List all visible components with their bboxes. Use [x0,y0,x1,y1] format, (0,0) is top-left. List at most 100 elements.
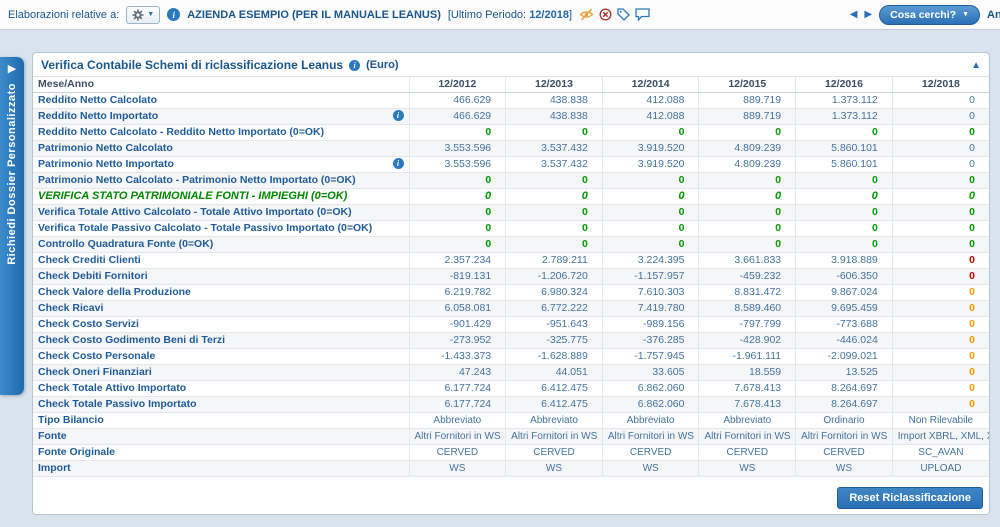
table-row: Tipo Bilancio Abbreviato Abbreviato Abbrevi… [33,412,989,429]
value-cell: 8.264.697 [795,380,893,397]
value-cell: 0 [601,236,700,253]
info-icon[interactable]: i [392,158,404,169]
value-cell: 2.357.234 [408,252,507,269]
value-cell: 0 [601,188,700,205]
value-cell: -1.206.720 [505,268,603,285]
value-cell: 1.373.112 [795,108,893,125]
value-cell: -951.643 [505,316,603,333]
value-cell: 0 [408,124,507,141]
info-icon[interactable]: i [392,110,404,121]
value-cell: 0 [698,172,797,189]
row-label: Check Ricavi [33,300,410,317]
table-row: Check Costo Personale -1.433.373 -1.628.88… [33,348,989,365]
period-prefix: [Ultimo Periodo: [447,8,527,21]
tag-icon[interactable] [617,8,630,21]
table-row: Verifica Totale Passivo Calcolato - Tota… [33,220,989,237]
value-cell: 0 [505,204,603,221]
column-header: 12/2015 [698,77,797,93]
row-label: VERIFICA STATO PATRIMONIALE FONTI - IMPI… [33,188,410,205]
value-cell: -273.952 [408,332,507,349]
value-cell: 0 [408,188,507,205]
table-row: Check Valore della Produzione 6.219.782 6.… [33,284,989,301]
row-label-text: Patrimonio Netto Calcolato [38,142,173,154]
info-icon[interactable]: i [167,8,181,21]
row-label-text: Check Costo Personale [38,350,156,362]
chevron-down-icon: ▼ [147,11,155,18]
row-label-text: Controllo Quadratura Fonte (0=OK) [38,238,214,250]
value-cell: 889.719 [698,92,797,109]
value-cell: 0 [891,300,989,317]
value-cell: 3.224.395 [601,252,700,269]
table-row: Reddito Netto Calcolato - Reddito Netto … [33,124,989,141]
value-cell: -446.024 [795,332,893,349]
value-cell: Ordinario [795,412,893,429]
value-cell: 0 [795,204,893,221]
row-label-text: Verifica Totale Attivo Calcolato - Total… [38,206,352,218]
row-label: Check Costo Godimento Beni di Terzi [33,332,410,349]
value-cell: Abbreviato [601,412,700,429]
row-label-text: Reddito Netto Calcolato [38,94,158,106]
sidebar-tab-richiedi-dossier[interactable]: ▶ Richiedi Dossier Personalizzato [0,57,24,395]
column-header: 12/2016 [795,77,893,93]
value-cell: -459.232 [698,268,797,285]
row-label: Reddito Netto Importato i [33,108,410,125]
value-cell: 0 [891,284,989,301]
next-arrow-icon[interactable]: ▶ [864,9,872,20]
value-cell: 0 [891,124,989,141]
collapse-icon[interactable]: ▲ [971,60,981,71]
value-cell: 7.419.780 [601,300,700,317]
chevron-down-icon: ▼ [962,11,969,18]
panel-title: Verifica Contabile Schemi di riclassific… [41,58,344,72]
company-name[interactable]: AZIENDA ESEMPIO (PER IL MANUALE LEANUS) [187,9,441,21]
cosa-cerchi-button[interactable]: Cosa cerchi? ▼ [879,4,980,25]
topbar: Elaborazioni relative a: ▼ i AZIENDA ESE… [0,0,1000,30]
row-label: Verifica Totale Passivo Calcolato - Tota… [33,220,410,237]
value-cell: 0 [601,220,700,237]
value-cell: 0 [891,140,989,157]
row-label: Fonte [33,428,410,445]
verification-panel: Verifica Contabile Schemi di riclassific… [32,52,990,515]
comment-icon[interactable] [635,8,650,21]
value-cell: 438.838 [505,92,603,109]
value-cell: -428.902 [698,332,797,349]
info-icon[interactable]: i [349,59,361,71]
value-cell: 7.678.413 [698,380,797,397]
table-row: Check Oneri Finanziari 47.243 44.051 33.605… [33,364,989,381]
value-cell: 6.412.475 [505,396,603,413]
row-label-text: Check Valore della Produzione [38,286,191,298]
row-label: Check Valore della Produzione [33,284,410,301]
value-cell: Altri Fornitori in WS [795,428,893,445]
value-cell: 0 [891,108,989,125]
value-cell: 3.919.520 [601,140,700,157]
column-header-label: Mese/Anno [33,77,410,93]
value-cell: 3.661.833 [698,252,797,269]
value-cell: UPLOAD [891,460,989,477]
topbar-left: Elaborazioni relative a: ▼ i AZIENDA ESE… [8,5,650,24]
row-label-text: Check Debiti Fornitori [38,270,148,282]
value-cell: 412.088 [601,108,700,125]
value-cell: 3.553.596 [408,156,507,173]
prev-arrow-icon[interactable]: ◀ [850,9,858,20]
ultimo-periodo: [Ultimo Periodo: 12/2018] [448,9,572,21]
value-cell: WS [601,460,700,477]
row-label: Check Crediti Clienti [33,252,410,269]
value-cell: -797.799 [698,316,797,333]
value-cell: 4.809.239 [698,140,797,157]
reset-riclassificazione-button[interactable]: Reset Riclassificazione [837,487,983,509]
value-cell: 0 [891,268,989,285]
row-label: Check Totale Passivo Importato [33,396,410,413]
arrow-right-icon: ▶ [7,63,17,75]
value-cell: 0 [408,236,507,253]
eye-slash-icon[interactable] [579,8,594,21]
table-row: Import WS WS WS WS WS UPLOAD [33,460,989,477]
circle-x-icon[interactable] [599,8,612,21]
value-cell: 3.919.520 [601,156,700,173]
value-cell: -606.350 [795,268,893,285]
settings-dropdown[interactable]: ▼ [126,5,161,24]
row-label: Check Totale Attivo Importato [33,380,410,397]
row-label: Reddito Netto Calcolato [33,92,410,109]
period-suffix: ] [568,8,573,21]
value-cell: -989.156 [601,316,700,333]
row-label: Patrimonio Netto Calcolato [33,140,410,157]
row-label-text: Check Oneri Finanziari [38,366,152,378]
